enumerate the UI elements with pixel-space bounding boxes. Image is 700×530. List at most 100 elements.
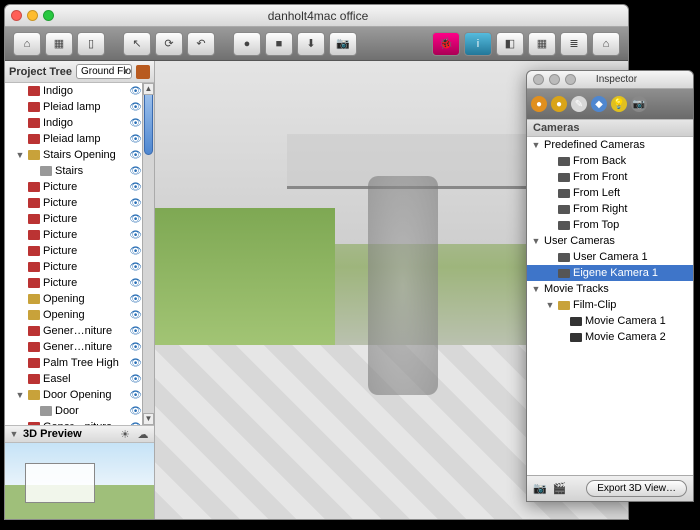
inspector-item[interactable]: Eigene Kamera 1 (527, 265, 693, 281)
export-3d-button[interactable]: Export 3D View… (586, 480, 687, 497)
tree-item[interactable]: Pleiad lamp👁 (9, 131, 142, 147)
inspector-tab-1[interactable]: ● (531, 96, 547, 112)
preview-disclosure-icon[interactable]: ▼ (9, 429, 19, 439)
disclosure-icon[interactable]: ▼ (531, 284, 541, 294)
cabinet-button[interactable]: ▦ (45, 32, 73, 56)
tree-item[interactable]: Picture👁 (9, 259, 142, 275)
tree-item[interactable]: Gener…niture👁 (9, 323, 142, 339)
visibility-icon[interactable]: 👁 (129, 150, 142, 161)
inspector-item[interactable]: User Camera 1 (527, 249, 693, 265)
zoom-icon[interactable] (43, 10, 54, 21)
color-button[interactable]: ◧ (496, 32, 524, 56)
tree-item[interactable]: Picture👁 (9, 243, 142, 259)
inspector-tab-4[interactable]: ◆ (591, 96, 607, 112)
visibility-icon[interactable]: 👁 (129, 214, 142, 225)
tree-item[interactable]: Gener…niture👁 (9, 419, 142, 425)
inspector-tree[interactable]: ▼Predefined CamerasFrom BackFrom FrontFr… (527, 137, 693, 345)
inspector-item[interactable]: ▼Film-Clip (527, 297, 693, 313)
tree-item[interactable]: Door👁 (9, 403, 142, 419)
visibility-icon[interactable]: 👁 (129, 326, 142, 337)
visibility-icon[interactable]: 👁 (129, 374, 142, 385)
tree-item[interactable]: Picture👁 (9, 227, 142, 243)
inspector-titlebar[interactable]: Inspector (527, 71, 693, 89)
visibility-icon[interactable]: 👁 (129, 246, 142, 257)
visibility-icon[interactable]: 👁 (129, 278, 142, 289)
inspector-item[interactable]: Movie Camera 2 (527, 329, 693, 345)
inspector-item[interactable]: From Top (527, 217, 693, 233)
inspector-zoom-icon[interactable] (565, 74, 576, 85)
visibility-icon[interactable]: 👁 (129, 390, 142, 401)
close-icon[interactable] (11, 10, 22, 21)
inspector-item[interactable]: From Front (527, 169, 693, 185)
tree-item[interactable]: Pleiad lamp👁 (9, 99, 142, 115)
visibility-icon[interactable]: 👁 (129, 166, 142, 177)
tree-item[interactable]: ▼Door Opening👁 (9, 387, 142, 403)
tree-item[interactable]: ▼Stairs Opening👁 (9, 147, 142, 163)
tree-item[interactable]: Picture👁 (9, 275, 142, 291)
visibility-icon[interactable]: 👁 (129, 86, 142, 97)
visibility-icon[interactable]: 👁 (129, 198, 142, 209)
camera-button[interactable]: 📷 (329, 32, 357, 56)
visibility-icon[interactable]: 👁 (129, 230, 142, 241)
inspector-item[interactable]: ▼Movie Tracks (527, 281, 693, 297)
inspector-close-icon[interactable] (533, 74, 544, 85)
undo-button[interactable]: ↶ (187, 32, 215, 56)
scroll-thumb[interactable] (144, 85, 153, 155)
disclosure-icon[interactable]: ▼ (531, 236, 541, 246)
titlebar[interactable]: danholt4mac office (5, 5, 628, 27)
scroll-down-icon[interactable]: ▼ (143, 413, 154, 425)
inspector-item[interactable]: From Left (527, 185, 693, 201)
house-button[interactable]: ⌂ (592, 32, 620, 56)
tree-scrollbar[interactable]: ▲ ▼ (142, 83, 154, 425)
info-button[interactable]: i (464, 32, 492, 56)
tree-item[interactable]: Palm Tree High👁 (9, 355, 142, 371)
disclosure-icon[interactable]: ▼ (15, 150, 25, 160)
arrow-tool-button[interactable]: ↖ (123, 32, 151, 56)
disclosure-icon[interactable]: ▼ (15, 390, 25, 400)
stop-button[interactable]: ■ (265, 32, 293, 56)
disclosure-icon[interactable]: ▼ (531, 140, 541, 150)
visibility-icon[interactable]: 👁 (129, 310, 142, 321)
tree-item[interactable]: Easel👁 (9, 371, 142, 387)
visibility-icon[interactable]: 👁 (129, 342, 142, 353)
preview-3d[interactable] (5, 443, 154, 519)
tree-item[interactable]: Stairs👁 (9, 163, 142, 179)
grid-button[interactable]: ▦ (528, 32, 556, 56)
visibility-icon[interactable]: 👁 (129, 102, 142, 113)
scroll-up-icon[interactable]: ▲ (143, 83, 154, 95)
inspector-min-icon[interactable] (549, 74, 560, 85)
layers-button[interactable]: ≣ (560, 32, 588, 56)
footer-cam-icon[interactable]: 📷 (533, 482, 547, 495)
inspector-tab-6[interactable]: 📷 (631, 96, 647, 112)
visibility-icon[interactable]: 👁 (129, 406, 142, 417)
visibility-icon[interactable]: 👁 (129, 182, 142, 193)
tree-item[interactable]: Indigo👁 (9, 115, 142, 131)
door-button[interactable]: ▯ (77, 32, 105, 56)
tree-item[interactable]: Indigo👁 (9, 83, 142, 99)
disclosure-icon[interactable]: ▼ (545, 300, 555, 310)
tree-item[interactable]: Gener…niture👁 (9, 339, 142, 355)
tree-item[interactable]: Opening👁 (9, 307, 142, 323)
inspector-item[interactable]: Movie Camera 1 (527, 313, 693, 329)
tree-item[interactable]: Picture👁 (9, 195, 142, 211)
visibility-icon[interactable]: 👁 (129, 422, 142, 426)
visibility-icon[interactable]: 👁 (129, 294, 142, 305)
download-button[interactable]: ⬇ (297, 32, 325, 56)
minimize-icon[interactable] (27, 10, 38, 21)
project-tree[interactable]: Indigo👁Pleiad lamp👁Indigo👁Pleiad lamp👁▼S… (5, 83, 154, 425)
inspector-tab-3[interactable]: ✎ (571, 96, 587, 112)
home-button[interactable]: ⌂ (13, 32, 41, 56)
tree-item[interactable]: Picture👁 (9, 179, 142, 195)
visibility-icon[interactable]: 👁 (129, 134, 142, 145)
inspector-tab-2[interactable]: ● (551, 96, 567, 112)
bug-button[interactable]: 🐞 (432, 32, 460, 56)
inspector-item[interactable]: ▼User Cameras (527, 233, 693, 249)
cloud-icon[interactable]: ☁ (136, 427, 150, 441)
visibility-icon[interactable]: 👁 (129, 118, 142, 129)
record-button[interactable]: ● (233, 32, 261, 56)
inspector-item[interactable]: ▼Predefined Cameras (527, 137, 693, 153)
footer-movie-icon[interactable]: 🎬 (553, 482, 567, 495)
floor-dropdown[interactable]: Ground Flo… (76, 64, 132, 79)
inspector-item[interactable]: From Back (527, 153, 693, 169)
visibility-icon[interactable]: 👁 (129, 262, 142, 273)
